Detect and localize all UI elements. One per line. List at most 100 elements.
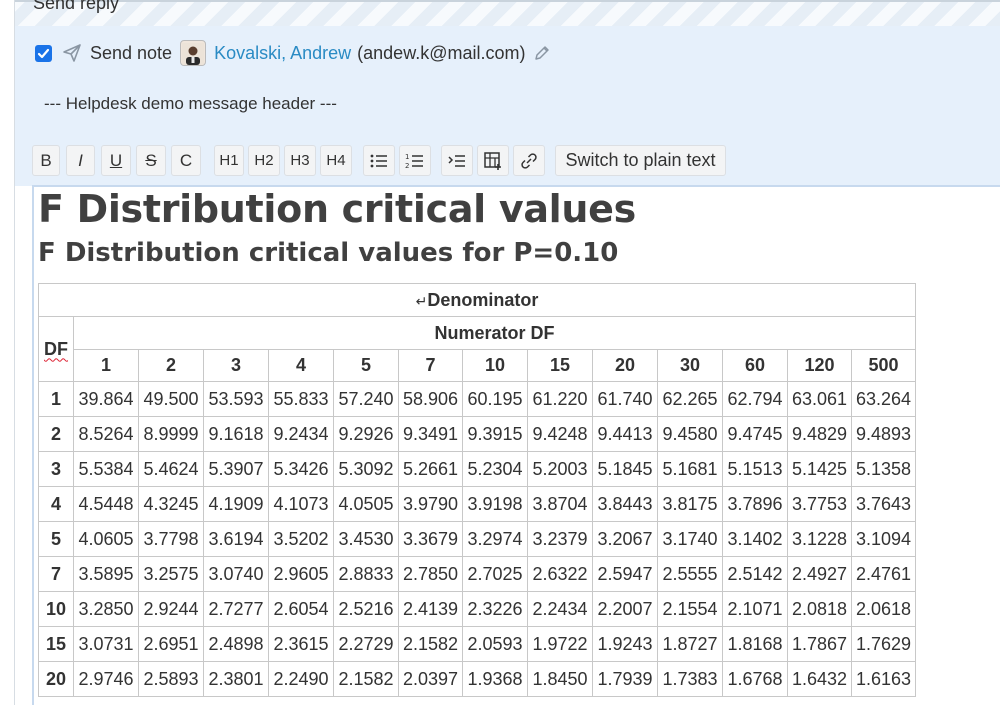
table-cell: 2.0818 — [787, 591, 852, 627]
table-cell: 1.6432 — [787, 661, 852, 697]
table-cell: 2.4761 — [851, 556, 916, 592]
column-header-5: 5 — [333, 349, 399, 382]
table-cell: 2.3226 — [462, 591, 528, 627]
denominator-header: ↵Denominator — [38, 283, 916, 317]
table-cell: 3.1740 — [657, 521, 723, 557]
table-cell: 3.4530 — [333, 521, 399, 557]
insert-table-button[interactable] — [477, 145, 509, 176]
table-cell: 3.1094 — [851, 521, 916, 557]
insert-link-button[interactable] — [513, 145, 545, 176]
underline-button[interactable]: U — [101, 145, 131, 176]
column-header-7: 7 — [398, 349, 463, 382]
avatar — [180, 40, 207, 66]
table-cell: 3.6194 — [203, 521, 269, 557]
table-cell: 5.1358 — [851, 451, 916, 487]
send-note-checkbox[interactable] — [35, 44, 52, 62]
contact-name-link[interactable]: Kovalski, Andrew — [214, 43, 351, 64]
table-icon — [484, 151, 501, 170]
clear-format-button[interactable]: C — [171, 145, 201, 176]
table-cell: 2.1554 — [657, 591, 723, 627]
table-cell: 3.5895 — [73, 556, 139, 592]
table-cell: 3.2379 — [527, 521, 593, 557]
column-header-30: 30 — [657, 349, 723, 382]
table-cell: 62.794 — [722, 381, 788, 417]
table-cell: 1.9243 — [592, 626, 658, 662]
italic-button[interactable]: I — [66, 145, 95, 176]
table-cell: 1.6768 — [722, 661, 788, 697]
table-cell: 2.5555 — [657, 556, 723, 592]
table-cell: 61.220 — [527, 381, 593, 417]
table-cell: 4.3245 — [138, 486, 204, 522]
table-cell: 8.5264 — [73, 416, 139, 452]
table-cell: 3.7643 — [851, 486, 916, 522]
table-cell: 2.7850 — [398, 556, 463, 592]
switch-plain-text-button[interactable]: Switch to plain text — [555, 145, 726, 176]
table-cell: 2.5216 — [333, 591, 399, 627]
table-cell: 3.1228 — [787, 521, 852, 557]
table-cell: 9.4893 — [851, 416, 916, 452]
link-icon — [521, 152, 537, 169]
column-header-10: 10 — [462, 349, 528, 382]
table-cell: 2.9605 — [268, 556, 334, 592]
strikethrough-label: S — [145, 150, 157, 170]
table-cell: 39.864 — [73, 381, 139, 417]
table-cell: 3.2067 — [592, 521, 658, 557]
table-cell: 2.2007 — [592, 591, 658, 627]
table-cell: 63.264 — [851, 381, 916, 417]
table-cell: 3.2575 — [138, 556, 204, 592]
table-cell: 9.3491 — [398, 416, 463, 452]
table-cell: 1.9368 — [462, 661, 528, 697]
df-header: DF — [38, 316, 74, 382]
row-df-cell: 4 — [38, 486, 74, 522]
table-cell: 9.4745 — [722, 416, 788, 452]
column-header-500: 500 — [851, 349, 916, 382]
reply-header-stripe — [15, 0, 1000, 28]
table-cell: 2.2729 — [333, 626, 399, 662]
strikethrough-button[interactable]: S — [136, 145, 166, 176]
table-cell: 2.2490 — [268, 661, 334, 697]
table-cell: 2.2434 — [527, 591, 593, 627]
document-title: F Distribution critical values — [38, 187, 636, 231]
table-cell: 2.0618 — [851, 591, 916, 627]
left-border — [0, 0, 15, 705]
table-cell: 3.9790 — [398, 486, 463, 522]
indent-button[interactable] — [441, 145, 473, 176]
column-header-2: 2 — [138, 349, 204, 382]
table-cell: 8.9999 — [138, 416, 204, 452]
table-cell: 2.0593 — [462, 626, 528, 662]
table-cell: 2.6951 — [138, 626, 204, 662]
table-cell: 3.9198 — [462, 486, 528, 522]
table-cell: 2.5947 — [592, 556, 658, 592]
denominator-label: Denominator — [427, 289, 539, 310]
bold-button[interactable]: B — [32, 145, 60, 176]
table-cell: 58.906 — [398, 381, 463, 417]
table-cell: 5.4624 — [138, 451, 204, 487]
table-body: 1 39.864 49.500 53.593 55.833 57.240 58.906 60.… — [38, 381, 916, 697]
indent-icon — [448, 154, 465, 167]
table-row: 15 3.0731 2.6951 2.4898 2.3615 2.2729 2.1582 2.… — [38, 626, 916, 662]
table-cell: 60.195 — [462, 381, 528, 417]
table-cell: 3.8175 — [657, 486, 723, 522]
table-cell: 9.2926 — [333, 416, 399, 452]
bullet-list-button[interactable] — [363, 145, 395, 176]
pencil-icon[interactable] — [533, 44, 551, 62]
table-cell: 3.7896 — [722, 486, 788, 522]
table-cell: 9.4248 — [527, 416, 593, 452]
table-cell: 9.4580 — [657, 416, 723, 452]
heading3-button[interactable]: H3 — [284, 145, 316, 176]
numerator-label: Numerator DF — [434, 322, 555, 343]
table-cell: 9.2434 — [268, 416, 334, 452]
heading4-label: H4 — [326, 152, 346, 169]
heading4-button[interactable]: H4 — [320, 145, 352, 176]
table-cell: 1.6163 — [851, 661, 916, 697]
table-cell: 2.5893 — [138, 661, 204, 697]
table-cell: 1.9722 — [527, 626, 593, 662]
heading2-button[interactable]: H2 — [248, 145, 280, 176]
numerator-header: Numerator DF — [73, 316, 916, 350]
row-df-cell: 5 — [38, 521, 74, 557]
column-header-120: 120 — [787, 349, 852, 382]
heading1-button[interactable]: H1 — [214, 145, 244, 176]
numbered-list-button[interactable]: 12 — [399, 145, 431, 176]
row-df-cell: 10 — [38, 591, 74, 627]
document-subtitle: F Distribution critical values for P=0.1… — [38, 238, 619, 268]
